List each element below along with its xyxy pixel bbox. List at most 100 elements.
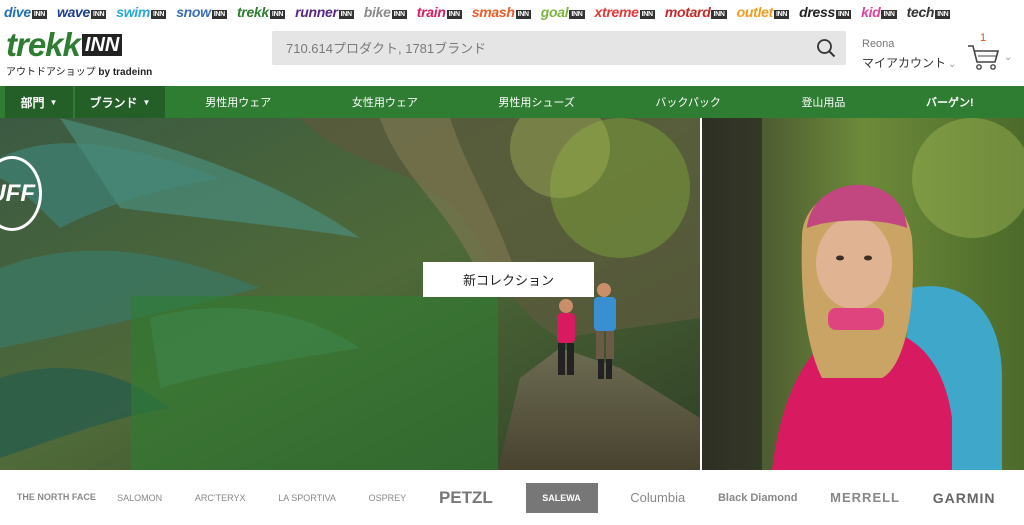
cart-button[interactable]: 1 ⌄ (966, 32, 1016, 74)
store-link-train[interactable]: train INN (417, 4, 462, 20)
store-name: motard (664, 4, 711, 20)
brand-logo-columbia[interactable]: Columbia (630, 478, 685, 518)
store-link-xtreme[interactable]: xtreme INN (595, 4, 655, 20)
brand-logo-osprey[interactable]: OSPREY (369, 478, 407, 518)
store-name: bike (363, 4, 391, 20)
store-inn-badge: INN (935, 10, 951, 19)
store-inn-badge: INN (31, 10, 47, 19)
store-inn-badge: INN (569, 10, 585, 19)
store-name: trekk (236, 4, 269, 20)
store-name: train (416, 4, 446, 20)
logo-tagline-text: アウトドアショップ (6, 67, 96, 78)
store-link-swim[interactable]: swim INN (116, 4, 167, 20)
store-name: outlet (736, 4, 774, 20)
store-network-bar: dive INN wave INN swim INN snow INN trekk INN runn… (0, 0, 1024, 24)
nav-link-womens-wear[interactable]: 女性用ウェア (352, 94, 418, 110)
chevron-down-icon: ⌄ (948, 59, 957, 70)
store-name: swim (116, 4, 151, 20)
store-link-goal[interactable]: goal INN (541, 4, 585, 20)
store-name: dive (4, 4, 31, 20)
hero-banner: UFF 新コレクション (0, 118, 1024, 470)
store-link-trekk[interactable]: trekk INN (236, 4, 286, 20)
hero-right-illustration (702, 118, 1024, 470)
store-link-snow[interactable]: snow INN (176, 4, 227, 20)
account-label-row: マイアカウント ⌄ (862, 54, 962, 71)
brand-logos-row: THE NORTH FACE SALOMON ARC'TERYX LA SPOR… (0, 470, 1024, 525)
store-inn-badge: INN (515, 10, 531, 19)
store-link-outlet[interactable]: outlet INN (736, 4, 790, 20)
store-link-wave[interactable]: wave INN (56, 4, 107, 20)
nav-links: 男性用ウェア 女性用ウェア 男性用シューズ バックパック 登山用品 バーゲン! (165, 94, 1024, 110)
cart-chevron-icon: ⌄ (1004, 52, 1013, 63)
cart-icon (968, 45, 1000, 70)
brand-logo-petzl[interactable]: PETZL (439, 478, 493, 518)
site-header: trekk INN アウトドアショップ by tradeinn Reona マイ… (0, 24, 1024, 86)
store-link-dive[interactable]: dive INN (4, 4, 47, 20)
store-name: snow (176, 4, 211, 20)
store-inn-badge: INN (338, 10, 354, 19)
store-name: wave (56, 4, 91, 20)
store-link-runner[interactable]: runner INN (295, 4, 354, 20)
store-inn-badge: INN (835, 10, 852, 19)
logo-wordmark: trekk INN (6, 28, 156, 62)
store-name: runner (295, 4, 338, 20)
brand-logo-merrell[interactable]: MERRELL (830, 478, 900, 518)
departments-dropdown[interactable]: 部門 ▼ (5, 86, 73, 118)
brand-logo-la-sportiva[interactable]: LA SPORTIVA (278, 478, 336, 518)
store-name: smash (471, 4, 515, 20)
brand-logo-the-north-face[interactable]: THE NORTH FACE (17, 478, 96, 518)
caret-down-icon: ▼ (49, 97, 58, 107)
search-bar (272, 31, 846, 65)
search-icon[interactable] (806, 31, 846, 65)
store-name: xtreme (594, 4, 639, 20)
store-link-kid[interactable]: kid INN (861, 4, 897, 20)
store-inn-badge: INN (211, 10, 227, 19)
store-link-bike[interactable]: bike INN (364, 4, 407, 20)
nav-link-mens-wear[interactable]: 男性用ウェア (205, 94, 271, 110)
logo-word: trekk (6, 26, 81, 63)
logo-by-tradeinn: by tradeinn (98, 67, 153, 78)
brand-logo-salomon[interactable]: SALOMON (117, 478, 162, 518)
store-inn-badge: INN (151, 10, 167, 19)
store-name: goal (540, 4, 569, 20)
brand-logo-arcteryx[interactable]: ARC'TERYX (195, 478, 246, 518)
caret-down-icon: ▼ (142, 97, 151, 107)
nav-link-backpacks[interactable]: バックパック (655, 94, 720, 110)
store-inn-badge: INN (269, 10, 286, 19)
store-inn-badge: INN (773, 10, 790, 19)
new-collection-button[interactable]: 新コレクション (423, 262, 594, 297)
brand-logo-garmin[interactable]: GARMIN (933, 478, 996, 518)
nav-link-sale[interactable]: バーゲン! (926, 94, 974, 110)
logo-inn-badge: INN (81, 34, 123, 56)
store-inn-badge: INN (91, 10, 107, 19)
account-username: Reona (862, 38, 895, 50)
store-inn-badge: INN (639, 10, 655, 19)
trekkinn-logo[interactable]: trekk INN アウトドアショップ by tradeinn (6, 28, 156, 79)
store-name: tech (906, 4, 935, 20)
store-link-tech[interactable]: tech INN (907, 4, 951, 20)
brands-dropdown[interactable]: ブランド ▼ (75, 86, 165, 118)
hero-left-illustration (0, 118, 700, 470)
store-link-motard[interactable]: motard INN (665, 4, 727, 20)
brands-label: ブランド (89, 95, 138, 110)
nav-link-climbing-gear[interactable]: 登山用品 (801, 94, 845, 110)
store-inn-badge: INN (881, 10, 897, 19)
brand-logo-salewa[interactable]: SALEWA (525, 482, 598, 513)
store-name: dress (799, 4, 835, 20)
departments-label: 部門 (20, 95, 45, 110)
store-link-smash[interactable]: smash INN (472, 4, 531, 20)
logo-tagline: アウトドアショップ by tradeinn (6, 63, 156, 78)
main-nav: 部門 ▼ ブランド ▼ 男性用ウェア 女性用ウェア 男性用シューズ バックパック 登… (0, 86, 1024, 118)
nav-link-mens-shoes[interactable]: 男性用シューズ (498, 94, 574, 110)
search-input[interactable] (272, 31, 806, 65)
hero-image-forest-hikers[interactable]: UFF 新コレクション (0, 118, 700, 470)
account-label: マイアカウント (862, 56, 947, 70)
store-inn-badge: INN (446, 10, 462, 19)
store-name: kid (861, 4, 881, 20)
store-inn-badge: INN (711, 10, 727, 19)
account-menu[interactable]: Reona マイアカウント ⌄ (862, 38, 962, 71)
brand-logo-black-diamond[interactable]: Black Diamond (718, 478, 797, 518)
store-link-dress[interactable]: dress INN (799, 4, 852, 20)
hero-image-woman-hiker[interactable] (702, 118, 1024, 470)
store-inn-badge: INN (391, 10, 407, 19)
